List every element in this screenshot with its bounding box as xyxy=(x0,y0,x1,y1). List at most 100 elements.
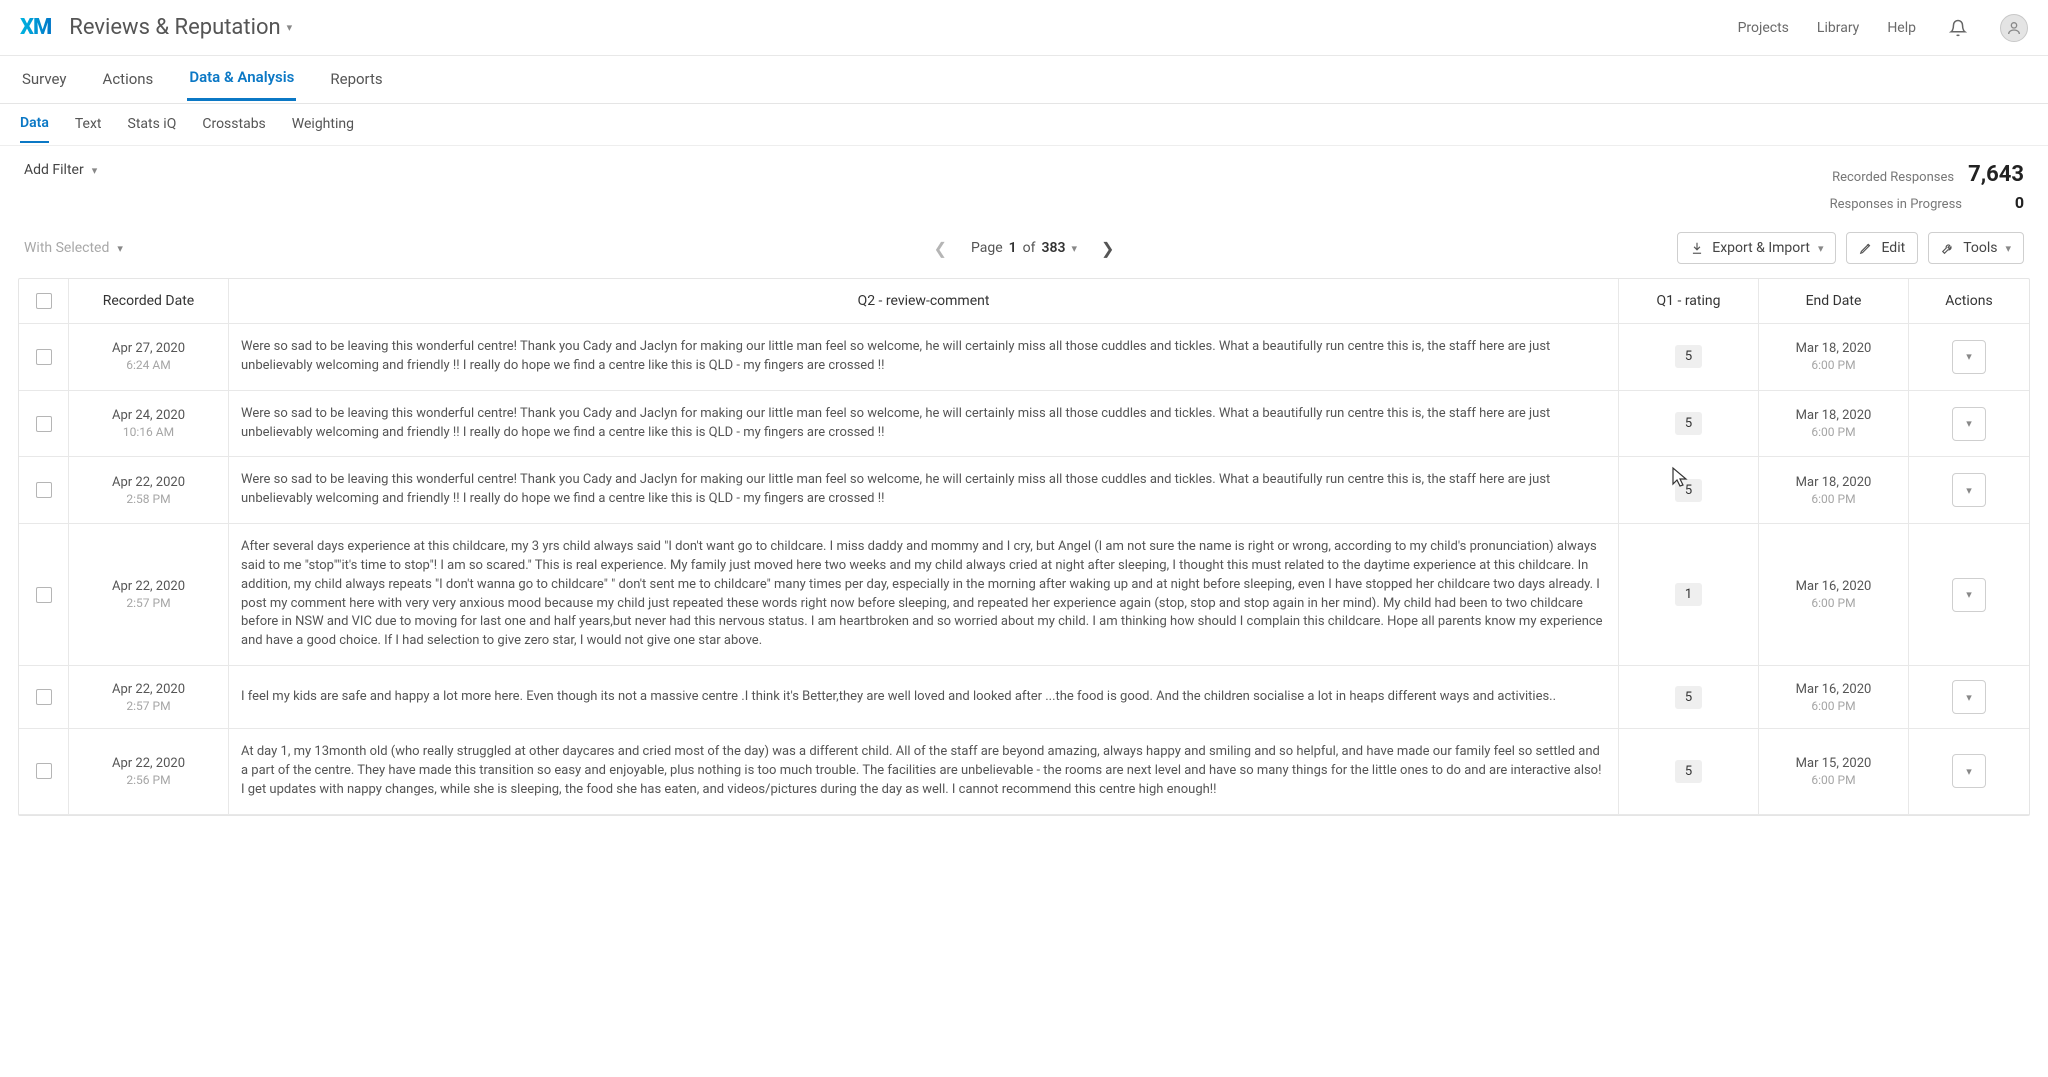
row-checkbox[interactable] xyxy=(36,416,52,432)
recorded-date: Apr 22, 2020 xyxy=(112,475,185,490)
app-switcher[interactable]: Reviews & Reputation ▾ xyxy=(69,15,292,40)
table-header: Recorded Date Q2 - review-comment Q1 - r… xyxy=(19,279,2029,324)
select-all-checkbox[interactable] xyxy=(36,293,52,309)
end-time: 6:00 PM xyxy=(1811,425,1855,439)
tab-actions[interactable]: Actions xyxy=(101,60,156,100)
end-time: 6:00 PM xyxy=(1811,492,1855,506)
end-date: Mar 16, 2020 xyxy=(1796,579,1872,594)
tab-reports[interactable]: Reports xyxy=(328,60,384,100)
subtab-text[interactable]: Text xyxy=(75,108,102,142)
row-actions-button[interactable]: ▾ xyxy=(1952,754,1986,788)
col-recorded-date[interactable]: Recorded Date xyxy=(69,279,229,323)
rating-value: 5 xyxy=(1675,345,1702,368)
review-comment: Were so sad to be leaving this wonderful… xyxy=(241,405,1606,443)
projects-link[interactable]: Projects xyxy=(1738,20,1789,36)
chevron-down-icon: ▾ xyxy=(1818,242,1824,255)
app-name: Reviews & Reputation xyxy=(69,15,280,40)
subtab-data[interactable]: Data xyxy=(20,107,49,143)
wrench-icon xyxy=(1941,241,1955,255)
row-actions-button[interactable]: ▾ xyxy=(1952,407,1986,441)
row-actions-button[interactable]: ▾ xyxy=(1952,340,1986,374)
rating-value: 5 xyxy=(1675,760,1702,783)
review-comment: At day 1, my 13month old (who really str… xyxy=(241,743,1606,800)
main-tabs: Survey Actions Data & Analysis Reports xyxy=(0,56,2048,104)
filter-row: Add Filter ▾ Recorded Responses 7,643 Re… xyxy=(0,146,2048,224)
bell-icon[interactable] xyxy=(1944,14,1972,42)
col-end-date[interactable]: End Date xyxy=(1759,279,1909,323)
end-date: Mar 16, 2020 xyxy=(1796,682,1872,697)
end-date: Mar 18, 2020 xyxy=(1796,341,1872,356)
chevron-down-icon: ▾ xyxy=(1966,350,1972,363)
review-comment: After several days experience at this ch… xyxy=(241,538,1606,651)
recorded-time: 2:58 PM xyxy=(126,492,170,506)
tools-button[interactable]: Tools ▾ xyxy=(1928,232,2024,264)
recorded-date: Apr 22, 2020 xyxy=(112,682,185,697)
row-checkbox[interactable] xyxy=(36,349,52,365)
table-row: Apr 22, 20202:57 PMI feel my kids are sa… xyxy=(19,666,2029,729)
chevron-down-icon: ▾ xyxy=(1966,588,1972,601)
add-filter-label: Add Filter xyxy=(24,162,84,178)
logo: XM xyxy=(20,15,51,40)
row-checkbox[interactable] xyxy=(36,763,52,779)
recorded-time: 2:57 PM xyxy=(126,596,170,610)
row-checkbox[interactable] xyxy=(36,482,52,498)
table-row: Apr 27, 20206:24 AMWere so sad to be lea… xyxy=(19,324,2029,391)
rating-value: 5 xyxy=(1675,686,1702,709)
recorded-time: 2:56 PM xyxy=(126,773,170,787)
with-selected-dropdown[interactable]: With Selected ▾ xyxy=(24,240,123,256)
chevron-down-icon: ▾ xyxy=(1966,417,1972,430)
col-comment[interactable]: Q2 - review-comment xyxy=(229,279,1619,323)
tab-survey[interactable]: Survey xyxy=(20,60,69,100)
row-checkbox[interactable] xyxy=(36,587,52,603)
library-link[interactable]: Library xyxy=(1817,20,1859,36)
chevron-down-icon: ▾ xyxy=(1966,691,1972,704)
pencil-icon xyxy=(1859,241,1873,255)
chevron-down-icon: ▾ xyxy=(1966,484,1972,497)
page-next-button[interactable]: ❯ xyxy=(1101,239,1114,258)
recorded-date: Apr 22, 2020 xyxy=(112,756,185,771)
chevron-down-icon: ▾ xyxy=(1072,242,1078,255)
recorded-label: Recorded Responses xyxy=(1832,170,1954,185)
export-label: Export & Import xyxy=(1712,240,1810,256)
subtab-stats[interactable]: Stats iQ xyxy=(128,108,177,142)
with-selected-label: With Selected xyxy=(24,240,109,256)
end-time: 6:00 PM xyxy=(1811,596,1855,610)
download-icon xyxy=(1690,241,1704,255)
edit-label: Edit xyxy=(1881,240,1905,256)
progress-label: Responses in Progress xyxy=(1830,197,1962,212)
export-import-button[interactable]: Export & Import ▾ xyxy=(1677,232,1836,264)
end-date: Mar 18, 2020 xyxy=(1796,408,1872,423)
sub-tabs: Data Text Stats iQ Crosstabs Weighting xyxy=(0,104,2048,146)
pagination: ❮ Page 1 of 383 ▾ ❯ xyxy=(934,239,1115,258)
row-actions-button[interactable]: ▾ xyxy=(1952,578,1986,612)
table-row: Apr 24, 202010:16 AMWere so sad to be le… xyxy=(19,391,2029,458)
help-link[interactable]: Help xyxy=(1887,20,1916,36)
profile-avatar[interactable] xyxy=(2000,14,2028,42)
end-time: 6:00 PM xyxy=(1811,699,1855,713)
response-counts: Recorded Responses 7,643 Responses in Pr… xyxy=(1830,162,2024,218)
row-checkbox[interactable] xyxy=(36,689,52,705)
tools-label: Tools xyxy=(1963,240,1997,256)
end-time: 6:00 PM xyxy=(1811,773,1855,787)
recorded-date: Apr 22, 2020 xyxy=(112,579,185,594)
end-date: Mar 15, 2020 xyxy=(1796,756,1872,771)
col-actions: Actions xyxy=(1909,279,2029,323)
progress-value: 0 xyxy=(1976,193,2024,212)
subtab-weighting[interactable]: Weighting xyxy=(292,108,354,142)
page-indicator[interactable]: Page 1 of 383 ▾ xyxy=(971,240,1077,256)
edit-button[interactable]: Edit xyxy=(1846,232,1918,264)
chevron-down-icon: ▾ xyxy=(117,242,123,255)
row-actions-button[interactable]: ▾ xyxy=(1952,680,1986,714)
top-bar: XM Reviews & Reputation ▾ Projects Libra… xyxy=(0,0,2048,56)
rating-value: 5 xyxy=(1675,479,1702,502)
recorded-value: 7,643 xyxy=(1968,162,2024,187)
chevron-down-icon: ▾ xyxy=(1966,765,1972,778)
subtab-crosstabs[interactable]: Crosstabs xyxy=(202,108,265,142)
tab-data-analysis[interactable]: Data & Analysis xyxy=(187,58,296,101)
page-prev-button[interactable]: ❮ xyxy=(934,239,947,258)
add-filter-button[interactable]: Add Filter ▾ xyxy=(24,162,97,178)
review-comment: Were so sad to be leaving this wonderful… xyxy=(241,471,1606,509)
col-rating[interactable]: Q1 - rating xyxy=(1619,279,1759,323)
rating-value: 5 xyxy=(1675,412,1702,435)
row-actions-button[interactable]: ▾ xyxy=(1952,473,1986,507)
